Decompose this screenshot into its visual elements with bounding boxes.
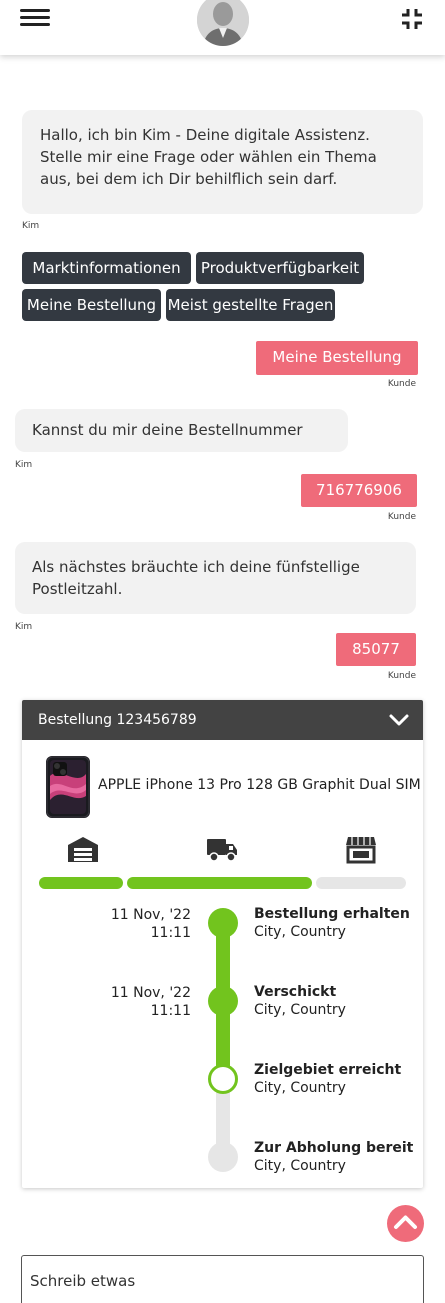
bot-message-bubble: Kannst du mir deine Bestellnummer <box>15 409 348 452</box>
bot-message-text: Kannst du mir deine Bestellnummer <box>32 421 303 439</box>
bot-sender-label: Kim <box>15 622 33 632</box>
assistant-avatar <box>197 0 249 46</box>
user-message: Meine Bestellung <box>256 341 418 375</box>
warehouse-icon <box>66 834 100 864</box>
message-input[interactable] <box>30 1270 410 1292</box>
product-name: APPLE iPhone 13 Pro 128 GB Graphit Dual … <box>98 777 421 793</box>
timeline-track <box>216 920 230 1160</box>
bot-message-text: Als nächstes bräuchte ich deine fünfstel… <box>32 558 360 598</box>
event-3-title: Zielgebiet erreicht <box>254 1062 402 1078</box>
event-3-location: City, Country <box>254 1080 346 1096</box>
order-card-header[interactable]: Bestellung 123456789 <box>22 700 423 740</box>
event-2-location: City, Country <box>254 1002 346 1018</box>
user-sender-label: Kunde <box>387 379 416 389</box>
progress-segment-3 <box>316 877 406 889</box>
user-message: 85077 <box>336 633 416 666</box>
chevron-down-icon[interactable] <box>387 708 411 732</box>
event-1-title: Bestellung erhalten <box>254 906 410 922</box>
delivery-truck-icon <box>205 834 239 864</box>
event-4-location: City, Country <box>254 1158 346 1174</box>
chat-header <box>0 0 445 55</box>
bot-message-bubble: Als nächstes bräuchte ich deine fünfstel… <box>15 542 416 614</box>
topic-chip-meine-bestellung[interactable]: Meine Bestellung <box>22 289 161 321</box>
hamburger-menu-icon[interactable] <box>20 6 50 32</box>
timeline-dot-done <box>208 986 238 1016</box>
event-1-date: 11 Nov, '22 <box>110 907 191 923</box>
bot-sender-label: Kim <box>22 221 40 231</box>
progress-segment-2 <box>127 877 312 889</box>
bot-greeting-bubble: Hallo, ich bin Kim - Deine digitale Assi… <box>22 110 423 214</box>
user-sender-label: Kunde <box>387 512 416 522</box>
event-2-time: 11:11 <box>150 1003 191 1019</box>
event-4-title: Zur Abholung bereit <box>254 1140 414 1156</box>
timeline-dot-current <box>208 1064 238 1094</box>
user-message: 716776906 <box>301 474 417 507</box>
event-2-title: Verschickt <box>254 984 337 1000</box>
bot-sender-label: Kim <box>15 460 33 470</box>
message-input-wrapper <box>21 1255 424 1303</box>
topic-chip-produktverfuegbarkeit[interactable]: Produktverfügbarkeit <box>196 252 364 284</box>
order-title: Bestellung 123456789 <box>38 712 197 728</box>
bot-greeting-text: Hallo, ich bin Kim - Deine digitale Assi… <box>40 126 377 188</box>
event-1-location: City, Country <box>254 924 346 940</box>
order-tracking-card: Bestellung 123456789 APPLE iPhone 13 Pro… <box>22 700 423 1188</box>
scroll-to-top-button[interactable] <box>387 1205 424 1242</box>
topic-chip-meist-gestellte-fragen[interactable]: Meist gestellte Fragen <box>166 289 335 321</box>
event-2-date: 11 Nov, '22 <box>110 985 191 1001</box>
progress-segment-1 <box>39 877 123 889</box>
user-sender-label: Kunde <box>387 671 416 681</box>
timeline-dot-pending <box>208 1142 238 1172</box>
chevron-up-icon <box>394 1215 417 1229</box>
product-image <box>46 756 90 818</box>
topic-chip-marktinformationen[interactable]: Marktinformationen <box>22 252 191 284</box>
timeline-dot-done <box>208 908 238 938</box>
event-1-time: 11:11 <box>150 925 191 941</box>
collapse-arrows-icon[interactable] <box>399 6 425 32</box>
store-icon <box>344 834 378 864</box>
